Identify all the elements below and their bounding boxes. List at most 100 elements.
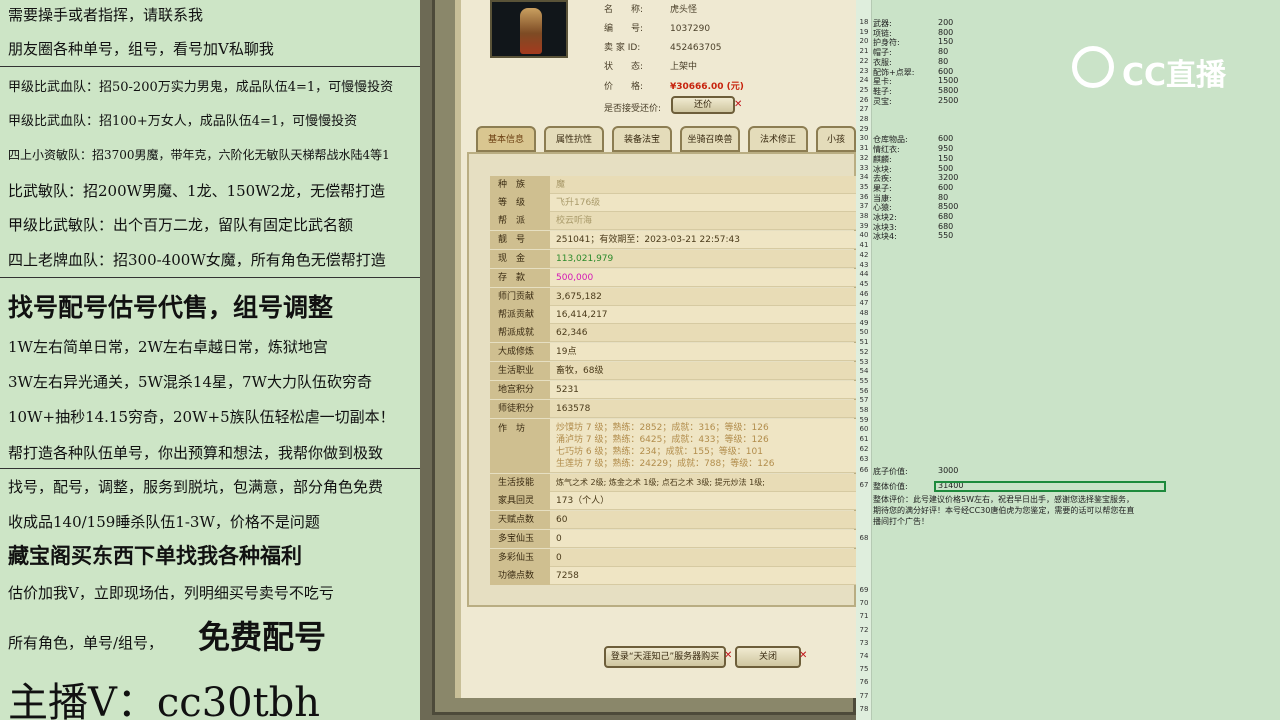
promo-line: 收成品140/159睡杀队伍1-3W，价格不是问题 (8, 513, 320, 531)
table-row: 大成修炼 19点 (490, 343, 856, 361)
info-seller: 卖 家 ID: 452463705 (604, 43, 722, 53)
sheet-item-label: 冰块4: (873, 232, 897, 242)
sheet-item-value: 600 (938, 182, 954, 192)
sheet-item-value: 950 (938, 144, 954, 154)
close-x-icon: ✕ (734, 99, 743, 110)
row-number: 31 (859, 144, 869, 153)
row-number: 46 (859, 289, 869, 298)
sheet-item-value: 80 (938, 192, 949, 202)
row-number: 40 (859, 231, 869, 240)
row-number: 21 (859, 47, 869, 56)
info-price: 价 格: ¥30666.00 (元) (604, 82, 744, 92)
row-number: 55 (859, 376, 869, 385)
row-number: 63 (859, 454, 869, 463)
tab-equipment[interactable]: 装备法宝 (612, 126, 672, 152)
row-number: 66 (859, 466, 869, 474)
promo-line: 10W+抽秒14.15穷奇，20W+5族队伍轻松虐一切副本！ (8, 408, 395, 426)
sheet-item-value: 5800 (938, 85, 959, 95)
row-number: 35 (859, 182, 869, 191)
tab-children[interactable]: 小孩 (816, 126, 856, 152)
streamer-contact: 主播V：cc30tbh (8, 680, 321, 720)
sheet-item-value: 200 (938, 18, 954, 27)
row-number: 70 (859, 599, 869, 608)
tab-mounts[interactable]: 坐骑召唤兽 (680, 126, 740, 152)
tab-attributes[interactable]: 属性抗性 (544, 126, 604, 152)
row-number: 69 (859, 586, 869, 594)
close-button[interactable]: 关闭 (735, 646, 801, 668)
sheet-item-value: 550 (938, 231, 954, 241)
table-row: 多宝仙玉 0 (490, 530, 856, 548)
promo-line: 甲级比武血队：招50-200万实力男鬼，成品队伍4=1，可慢慢投资 (8, 80, 394, 95)
row-number: 33 (859, 163, 869, 172)
table-row: 帮派贡献 16,414,217 (490, 306, 856, 324)
promo-line: 所有角色，单号/组号， (8, 634, 164, 652)
tab-spell-correction[interactable]: 法术修正 (748, 126, 808, 152)
sheet-item-value: 3200 (938, 173, 959, 183)
comment-line: 播间打个广告！ (873, 517, 929, 526)
bargain-button[interactable]: 还价 (671, 96, 735, 114)
selected-cell[interactable] (934, 481, 1166, 492)
workshop-line: 七巧坊 6 级；熟练：234；成就：155；等级：101 (556, 447, 763, 457)
row-number: 27 (859, 105, 869, 114)
divider (0, 66, 420, 67)
row-number: 41 (859, 241, 869, 250)
row-number: 49 (859, 318, 869, 327)
row-number: 62 (859, 444, 869, 453)
promo-heading: 找号配号估号代售，组号调整 (8, 293, 334, 322)
table-row: 天赋点数 60 (490, 511, 856, 529)
row-number: 20 (859, 37, 869, 46)
row-number: 76 (859, 678, 869, 687)
promo-line: 找号，配号，调整，服务到脱坑，包满意，部分角色免费 (8, 478, 384, 496)
table-row: 靓 号 251041；有效期至：2023-03-21 22:57:43 (490, 231, 856, 249)
promo-panel: 需要操手或者指挥，请联系我 朋友圈各种单号，组号，看号加V私聊我 甲级比武血队：… (0, 0, 420, 720)
row-number: 39 (859, 221, 869, 230)
character-portrait (490, 0, 568, 58)
row-number: 47 (859, 299, 869, 308)
workshop-row: 作 坊 炒馍坊 7 级；熟练：2852；成就：316；等级：126 涌泸坊 7 … (490, 419, 856, 473)
info-status: 状 态: 上架中 (604, 62, 698, 72)
comment-line: 期待您的满分好评！本号经CC30唐伯虎为您鉴定，需要的话可以帮您在直 (873, 506, 1135, 515)
divider (0, 468, 420, 469)
sheet-item-value: 1500 (938, 76, 959, 86)
sheet-item-value: 800 (938, 27, 954, 37)
workshop-line: 炒馍坊 7 级；熟练：2852；成就：316；等级：126 (556, 423, 769, 433)
table-row: 帮派成就 62,346 (490, 324, 856, 342)
table-row: 师门贡献 3,675,182 (490, 288, 856, 306)
table-row: 存 款 500,000 (490, 269, 856, 287)
promo-line: 3W左右异光通关，5W混杀14星，7W大力队伍砍穷奇 (8, 373, 372, 391)
login-purchase-button[interactable]: 登录“天涯知己”服务器购买 (604, 646, 726, 668)
sheet-item-value: 500 (938, 163, 954, 173)
tab-basic-info[interactable]: 基本信息 (476, 126, 536, 152)
row-number: 32 (859, 153, 869, 162)
cc-live-logo: CC直播 (1070, 44, 1240, 93)
comment-line: 整体评价：此号建议价格5W左右，祝君早日出手，感谢您选择鉴宝服务， (873, 495, 1134, 504)
row-number: 38 (859, 212, 869, 220)
sheet-item-value: 680 (938, 221, 954, 231)
promo-line: 四上小资敏队：招3700男魔，带年克，六阶化无敏队天梯帮战水陆4等1 (8, 148, 390, 162)
row-number: 30 (859, 134, 869, 143)
row-number: 77 (859, 691, 869, 700)
row-number: 58 (859, 406, 869, 414)
row-number: 78 (859, 704, 869, 713)
table-row: 功德点数 7258 (490, 567, 856, 585)
table-row: 等 级飞升176级 (490, 194, 856, 212)
row-number: 72 (859, 625, 869, 634)
table-row: 帮 派校云听海 (490, 212, 856, 230)
divider (0, 277, 420, 278)
table-row: 地宫积分 5231 (490, 381, 856, 399)
table-row: 家具回灵 173（个人） (490, 492, 856, 510)
row-number: 60 (859, 425, 869, 434)
row-number: 34 (859, 173, 869, 182)
row-number: 42 (859, 250, 869, 259)
row-number: 50 (859, 328, 869, 337)
row-number: 36 (859, 192, 869, 201)
row-number: 75 (859, 665, 869, 674)
table-row: 生活技能 炼气之术 2级; 炼金之术 1级; 点石之术 3级; 提元炒法 1级; (490, 474, 856, 492)
row-number: 73 (859, 638, 869, 647)
row-number: 22 (859, 56, 869, 65)
row-number: 19 (859, 27, 869, 36)
base-value-label: 底子价值: (873, 467, 908, 476)
sheet-item-value: 600 (938, 66, 954, 76)
sheet-item-value: 80 (938, 56, 949, 66)
table-row: 生活职业 畜牧，68级 (490, 362, 856, 380)
